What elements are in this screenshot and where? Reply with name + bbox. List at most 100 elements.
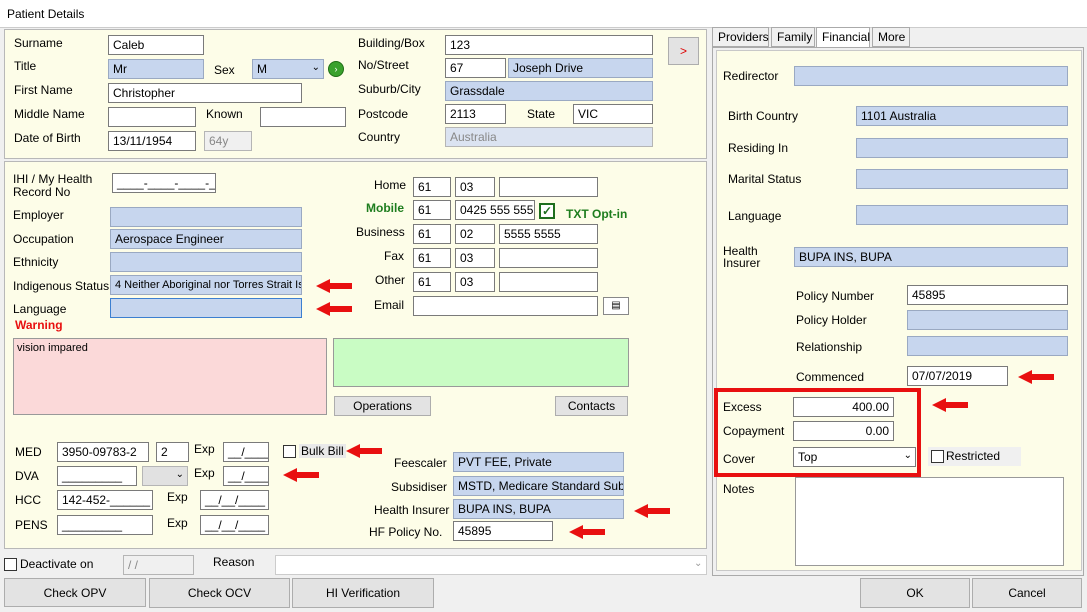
tab-providers[interactable]: Providers [712,27,769,47]
dva-type-select[interactable]: ⌄ [142,466,188,486]
med-exp-input[interactable]: __/____ [223,442,269,462]
check-opv-button[interactable]: Check OPV [4,578,146,607]
cover-label: Cover [723,452,756,466]
reason-select[interactable] [275,555,707,575]
excess-input[interactable]: 400.00 [793,397,894,417]
age-field: 64y [204,131,252,151]
restricted-checkbox[interactable] [931,450,944,463]
fax-number[interactable] [499,248,598,268]
occupation-input[interactable]: Aerospace Engineer [110,229,302,249]
home-area-code[interactable]: 03 [455,177,495,197]
surname-label: Surname [14,36,63,50]
sex-label: Sex [214,63,235,77]
middle-name-input[interactable] [108,107,196,127]
hf-policy-input[interactable]: 45895 [453,521,553,541]
bulk-bill-checkbox[interactable] [283,445,296,458]
other-area-code[interactable]: 03 [455,272,495,292]
mobile-country-code[interactable]: 61 [413,200,451,220]
commenced-input[interactable]: 07/07/2019 [907,366,1008,386]
other-country-code[interactable]: 61 [413,272,451,292]
marital-input[interactable] [856,169,1068,189]
hcc-exp-label: Exp [167,490,188,504]
policy-number-input[interactable]: 45895 [907,285,1068,305]
contact-card-icon[interactable]: ▤ [603,297,629,315]
street-input[interactable]: Joseph Drive [508,58,653,78]
dob-input[interactable]: 13/11/1954 [108,131,196,151]
hcc-exp-input[interactable]: __/__/____ [200,490,269,510]
check-icon[interactable]: ✓ [539,203,555,219]
email-input[interactable] [413,296,598,316]
feescaler-input[interactable]: PVT FEE, Private [453,452,624,472]
suburb-input[interactable]: Grassdale [445,81,653,101]
green-arrow-icon[interactable]: › [328,61,344,77]
employer-input[interactable] [110,207,302,227]
country-label: Country [358,130,401,144]
residing-input[interactable] [856,138,1068,158]
business-number[interactable]: 5555 5555 [499,224,598,244]
street-no-input[interactable]: 67 [445,58,506,78]
title-bar: Patient Details [0,0,1087,28]
fin-health-insurer-input[interactable]: BUPA INS, BUPA [794,247,1068,267]
redirector-input[interactable] [794,66,1068,86]
hi-verification-button[interactable]: HI Verification [292,578,434,608]
pens-exp-label: Exp [167,516,188,530]
subsidiser-input[interactable]: MSTD, Medicare Standard Subsidi [453,476,624,496]
ok-button[interactable]: OK [860,578,970,608]
birth-country-label: Birth Country [728,109,799,123]
contacts-button[interactable]: Contacts [555,396,628,416]
language-input[interactable] [110,298,302,318]
surname-input[interactable]: Caleb [108,35,204,55]
birth-country-input[interactable]: 1101 Australia [856,106,1068,126]
dva-exp-input[interactable]: __/____ [223,466,269,486]
relationship-input[interactable] [907,336,1068,356]
building-input[interactable]: 123 [445,35,653,55]
check-ocv-button[interactable]: Check OCV [149,578,290,608]
business-area-code[interactable]: 02 [455,224,495,244]
mobile-number[interactable]: 0425 555 555 [455,200,535,220]
chevron-down-icon: ⌄ [311,62,320,73]
sex-select[interactable]: M ⌄ [252,59,324,79]
home-number[interactable] [499,177,598,197]
title-input[interactable]: Mr [108,59,204,79]
med-input[interactable]: 3950-09783-2 [57,442,149,462]
ethnicity-input[interactable] [110,252,302,272]
notes-textarea[interactable] [795,477,1064,566]
ihi-input[interactable]: ____-____-____-____ [112,173,216,193]
mobile-label: Mobile [366,201,404,215]
hcc-input[interactable]: 142-452-______ [57,490,153,510]
fax-area-code[interactable]: 03 [455,248,495,268]
tab-family[interactable]: Family [771,27,815,47]
copayment-input[interactable]: 0.00 [793,421,894,441]
cancel-button[interactable]: Cancel [972,578,1082,608]
other-number[interactable] [499,272,598,292]
fax-country-code[interactable]: 61 [413,248,451,268]
cover-select[interactable]: Top ⌄ [793,447,916,467]
home-country-code[interactable]: 61 [413,177,451,197]
warning-textarea[interactable]: vision impared [13,338,327,415]
occupation-label: Occupation [13,232,74,246]
tab-financial[interactable]: Financial [816,27,870,48]
notes-green-box[interactable] [333,338,629,387]
health-insurer-input[interactable]: BUPA INS, BUPA [453,499,624,519]
deactivate-checkbox[interactable] [4,558,17,571]
business-country-code[interactable]: 61 [413,224,451,244]
pens-input[interactable]: _________ [57,515,153,535]
pens-label: PENS [15,518,48,532]
ihi-label: IHI / My Health Record No [13,172,93,199]
pens-exp-input[interactable]: __/__/____ [200,515,269,535]
chevron-down-icon: ⌄ [175,469,184,480]
operations-button[interactable]: Operations [334,396,431,416]
postcode-input[interactable]: 2113 [445,104,506,124]
dva-input[interactable]: _________ [57,466,137,486]
med-irn-input[interactable]: 2 [156,442,189,462]
deactivate-date[interactable]: / / [123,555,194,575]
known-input[interactable] [260,107,346,127]
indigenous-input[interactable]: 4 Neither Aboriginal nor Torres Strait I… [110,275,302,295]
fin-language-input[interactable] [856,205,1068,225]
tab-more[interactable]: More [872,27,910,47]
policy-holder-input[interactable] [907,310,1068,330]
red-arrow-icon [316,302,352,316]
first-name-input[interactable]: Christopher [108,83,302,103]
state-input[interactable]: VIC [573,104,653,124]
next-address-button[interactable]: > [668,37,699,65]
